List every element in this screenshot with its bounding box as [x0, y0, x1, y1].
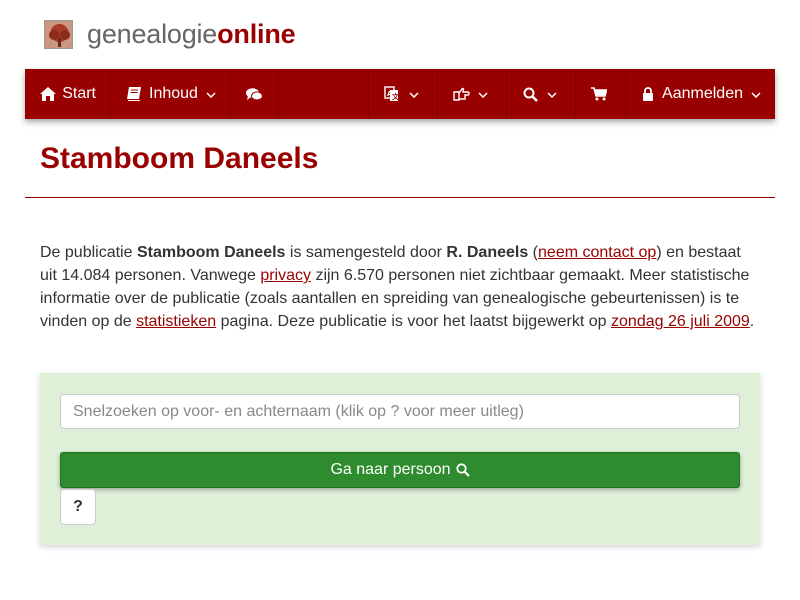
site-name: genealogieonline	[87, 19, 296, 49]
nav-spacer	[279, 69, 369, 119]
quick-search-input[interactable]	[60, 394, 740, 429]
logo-text-online: online	[217, 19, 296, 49]
main-navbar: Start Inhoud A文 Aanmelden	[25, 69, 775, 119]
nav-login-label: Aanmelden	[662, 85, 743, 102]
contact-link[interactable]: neem contact op	[538, 244, 656, 261]
chevron-down-icon	[751, 85, 761, 103]
nav-start-label: Start	[62, 85, 96, 102]
share-icon	[452, 87, 470, 101]
title-divider	[25, 197, 775, 198]
go-to-person-label: Ga naar persoon	[330, 461, 451, 478]
nav-search[interactable]	[507, 69, 576, 119]
statistics-link[interactable]: statistieken	[136, 313, 216, 330]
privacy-link[interactable]: privacy	[260, 267, 311, 284]
nav-inhoud[interactable]: Inhoud	[111, 69, 231, 119]
intro-text: .	[749, 313, 755, 330]
nav-cart[interactable]	[576, 69, 626, 119]
chevron-down-icon	[409, 85, 419, 103]
quick-search-panel: Ga naar persoon ?	[40, 373, 760, 545]
search-icon	[455, 463, 470, 477]
logo-text-genealogie: genealogie	[87, 19, 218, 49]
publication-intro: De publicatie Stamboom Daneels is sameng…	[40, 241, 760, 333]
publication-name: Stamboom Daneels	[136, 244, 286, 261]
chevron-down-icon	[206, 85, 216, 103]
nav-start[interactable]: Start	[25, 69, 111, 119]
tree-icon	[44, 20, 73, 49]
svg-text:文: 文	[392, 92, 400, 101]
nav-login[interactable]: Aanmelden	[626, 69, 775, 119]
last-updated-link[interactable]: zondag 26 juli 2009	[611, 313, 750, 330]
page-title: Stamboom Daneels	[40, 142, 319, 175]
lock-icon	[640, 87, 656, 101]
intro-text: is samengesteld door	[285, 244, 447, 261]
book-icon	[125, 87, 143, 101]
chevron-down-icon	[547, 85, 557, 103]
intro-text: pagina. Deze publicatie is voor het laat…	[216, 313, 612, 330]
nav-share[interactable]	[438, 69, 507, 119]
intro-text: De publicatie	[40, 244, 137, 261]
chevron-down-icon	[478, 85, 488, 103]
nav-language[interactable]: A文	[369, 69, 438, 119]
comments-icon	[245, 87, 263, 101]
go-to-person-button[interactable]: Ga naar persoon	[60, 452, 740, 488]
search-icon	[521, 87, 539, 102]
nav-inhoud-label: Inhoud	[149, 85, 198, 102]
cart-icon	[590, 87, 608, 101]
intro-text: (	[528, 244, 539, 261]
search-help-button[interactable]: ?	[60, 489, 96, 525]
author-name: R. Daneels	[446, 244, 529, 261]
translate-icon: A文	[383, 86, 401, 102]
nav-chat[interactable]	[231, 69, 279, 119]
home-icon	[39, 87, 56, 101]
site-logo[interactable]: genealogieonline	[44, 19, 296, 49]
